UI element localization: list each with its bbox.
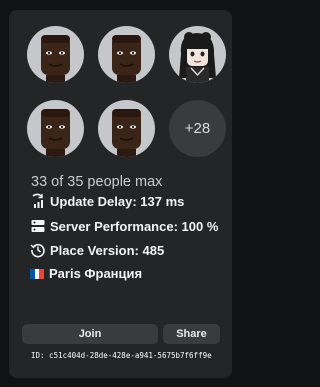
player-avatar[interactable] bbox=[27, 100, 84, 157]
player-avatar[interactable] bbox=[27, 26, 84, 83]
player-avatar[interactable] bbox=[98, 26, 155, 83]
server-performance-row: Server Performance: 100 % bbox=[30, 218, 218, 234]
server-card: +28 33 of 35 people max Update Delay: 13… bbox=[9, 10, 232, 378]
place-version-row: Place Version: 485 bbox=[30, 242, 164, 258]
join-button[interactable]: Join bbox=[22, 324, 158, 344]
update-delay-text: Update Delay: 137 ms bbox=[50, 193, 185, 209]
more-players-badge: +28 bbox=[169, 100, 226, 157]
player-avatar[interactable] bbox=[98, 100, 155, 157]
server-performance-text: Server Performance: 100 % bbox=[50, 218, 219, 234]
france-flag-icon bbox=[30, 268, 45, 279]
server-id: ID: c51c404d-28de-428e-a941-5675b7f6ff9e bbox=[31, 351, 212, 360]
player-count: 33 of 35 people max bbox=[31, 174, 163, 190]
player-avatar[interactable] bbox=[169, 26, 226, 83]
network-refresh-icon bbox=[30, 193, 46, 209]
update-delay-row: Update Delay: 137 ms bbox=[30, 193, 184, 209]
share-button[interactable]: Share bbox=[163, 324, 220, 344]
player-avatars: +28 bbox=[27, 26, 227, 157]
history-icon bbox=[30, 242, 46, 258]
place-version-text: Place Version: 485 bbox=[50, 242, 165, 258]
location-text: Paris Франция bbox=[49, 266, 143, 281]
location-row: Paris Франция bbox=[30, 266, 142, 281]
server-icon bbox=[30, 218, 46, 234]
